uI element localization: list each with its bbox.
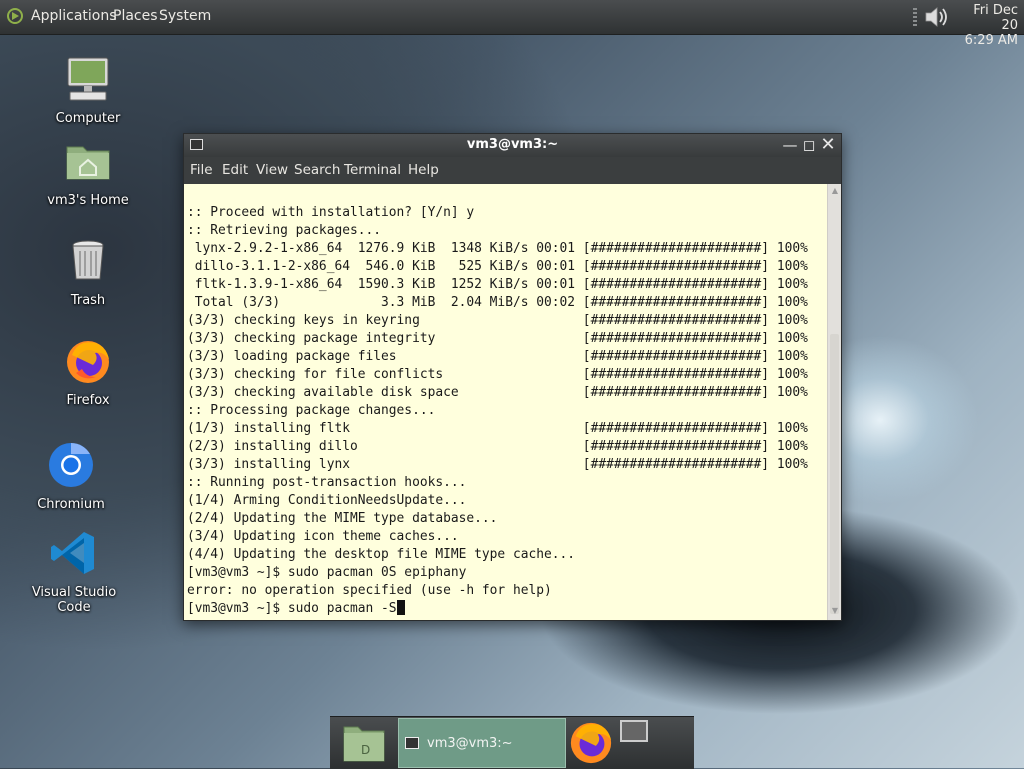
menu-help[interactable]: Help (408, 162, 439, 178)
terminal-line: lynx-2.9.2-1-x86_64 1276.9 KiB 1348 KiB/… (194, 241, 808, 256)
terminal-line: (3/3) checking package integrity [######… (187, 331, 808, 346)
terminal-window[interactable]: vm3@vm3:~ — ◻ ✕ File Edit View Search Te… (183, 133, 842, 621)
vscode-icon (51, 532, 94, 574)
terminal-line: error: no operation specified (use -h fo… (187, 583, 552, 598)
panel-grip (913, 8, 917, 26)
menu-view[interactable]: View (256, 162, 288, 178)
close-button[interactable]: ✕ (819, 136, 837, 154)
terminal-menubar: File Edit View Search Terminal Help (184, 157, 841, 184)
menu-system[interactable]: System (159, 8, 211, 24)
terminal-line: (3/3) installing lynx [#################… (187, 457, 808, 472)
desktop-icon-vscode[interactable]: Visual Studio Code (18, 529, 130, 615)
desktop-icon-label: Firefox (66, 393, 110, 408)
minimize-button[interactable]: — (781, 136, 799, 154)
window-title: vm3@vm3:~ (466, 137, 559, 152)
top-panel: Applications Places System Fri Dec 20 6:… (0, 0, 1024, 48)
terminal-scrollbar[interactable]: ▲ ▼ (827, 184, 841, 620)
terminal-line: (3/4) Updating icon theme caches... (187, 529, 459, 544)
menu-file[interactable]: File (190, 162, 213, 178)
terminal-line: :: Proceed with installation? [Y/n] y (187, 205, 475, 220)
terminal-line: (3/3) loading package files [###########… (187, 349, 808, 364)
terminal-line: (1/4) Arming ConditionNeedsUpdate... (187, 493, 467, 508)
menu-places[interactable]: Places (113, 8, 158, 24)
terminal-line: dillo-3.1.1-2-x86_64 546.0 KiB 525 KiB/s… (194, 259, 808, 274)
terminal-app-icon (405, 737, 419, 749)
terminal-line: (3/3) checking available disk space [###… (187, 385, 808, 400)
window-titlebar[interactable]: vm3@vm3:~ — ◻ ✕ (184, 134, 841, 157)
desktop-icon-label: Trash (70, 293, 106, 308)
desktop-icon-label: Computer (55, 111, 121, 126)
terminal-line: (1/3) installing fltk [#################… (187, 421, 808, 436)
desktop-icon-label: Visual Studio Code (31, 585, 117, 615)
clock-date: Fri Dec 20 (973, 3, 1018, 33)
terminal-line: (3/3) checking for file conflicts [#####… (187, 367, 808, 382)
desktop-icon-label: Chromium (37, 497, 105, 512)
menu-edit[interactable]: Edit (222, 162, 248, 178)
home-folder-icon (66, 146, 110, 180)
scroll-down-arrow-icon[interactable]: ▼ (830, 606, 840, 616)
show-desktop-icon[interactable] (620, 720, 648, 742)
svg-text:D: D (361, 743, 370, 757)
terminal-line: (2/4) Updating the MIME type database... (187, 511, 498, 526)
bottom-panel: D vm3@vm3:~ (330, 716, 694, 769)
terminal-line: (2/3) installing dillo [################… (187, 439, 808, 454)
clock[interactable]: Fri Dec 20 6:29 AM (954, 3, 1018, 48)
menu-search[interactable]: Search (294, 162, 340, 178)
menu-terminal[interactable]: Terminal (344, 162, 401, 178)
desktop-icon-home[interactable]: vm3's Home (33, 137, 143, 208)
terminal-line: [vm3@vm3 ~]$ sudo pacman 0S epiphany (187, 565, 467, 580)
terminal-line: :: Processing package changes... (187, 403, 436, 418)
clock-time: 6:29 AM (964, 33, 1018, 48)
computer-icon (67, 57, 109, 101)
terminal-line: fltk-1.3.9-1-x86_64 1590.3 KiB 1252 KiB/… (194, 277, 808, 292)
firefox-icon (67, 341, 109, 383)
desktop-icon-firefox[interactable]: Firefox (33, 337, 143, 408)
firefox-launcher-icon[interactable] (568, 719, 614, 765)
file-manager-launcher-icon[interactable]: D (342, 721, 386, 763)
terminal-line: (3/3) checking keys in keyring [########… (187, 313, 808, 328)
terminal-line: :: Retrieving packages... (187, 223, 382, 238)
desktop-icon-computer[interactable]: Computer (33, 55, 143, 126)
menu-applications[interactable]: Applications (31, 8, 117, 24)
trash-icon (72, 240, 104, 280)
scrollbar-thumb[interactable] (830, 334, 839, 614)
taskbar-button-label: vm3@vm3:~ (427, 736, 513, 751)
text-cursor (396, 600, 405, 615)
terminal-prompt-line[interactable]: [vm3@vm3 ~]$ sudo pacman -S (187, 601, 397, 616)
desktop-icon-label: vm3's Home (47, 193, 129, 208)
terminal-line: :: Running post-transaction hooks... (187, 475, 467, 490)
terminal-line: Total (3/3) 3.3 MiB 2.04 MiB/s 00:02 [##… (194, 295, 808, 310)
volume-icon[interactable] (922, 4, 948, 30)
taskbar-button-terminal[interactable]: vm3@vm3:~ (398, 718, 566, 768)
terminal-output: :: Proceed with installation? [Y/n] y ::… (187, 204, 808, 618)
terminal-output-area[interactable]: :: Proceed with installation? [Y/n] y ::… (184, 184, 827, 620)
maximize-button[interactable]: ◻ (800, 136, 818, 154)
distro-logo-icon[interactable] (7, 8, 23, 24)
chromium-icon (49, 443, 93, 487)
desktop-icon-chromium[interactable]: Chromium (16, 441, 126, 512)
scroll-up-arrow-icon[interactable]: ▲ (830, 186, 840, 196)
desktop-icon-trash[interactable]: Trash (33, 237, 143, 308)
terminal-line: (4/4) Updating the desktop file MIME typ… (187, 547, 576, 562)
